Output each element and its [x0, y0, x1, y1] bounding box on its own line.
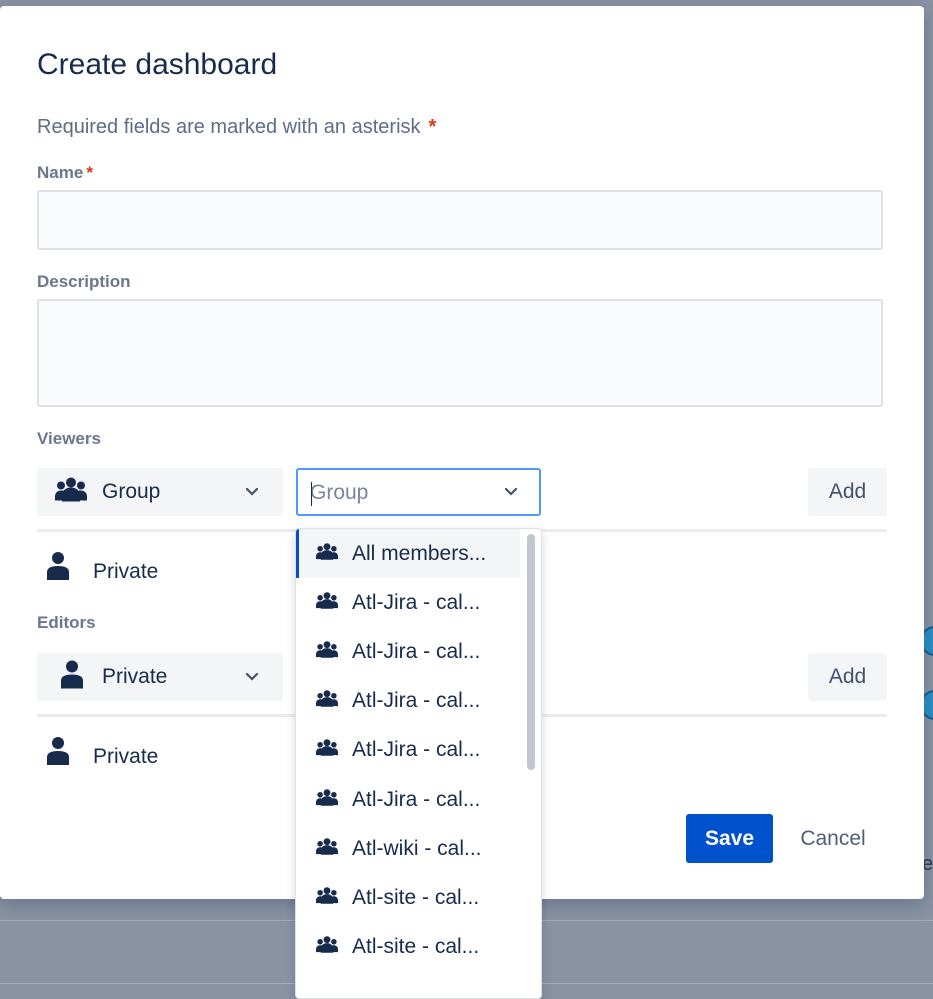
dropdown-option-label: Atl-Jira - cal... — [352, 738, 480, 762]
group-people-icon — [316, 542, 338, 565]
viewers-type-select[interactable]: Group — [37, 468, 283, 516]
add-viewer-button[interactable]: Add — [808, 468, 887, 516]
dropdown-option-label: Atl-site - cal... — [352, 935, 479, 959]
person-icon — [61, 661, 83, 694]
dropdown-option-label: All members... — [352, 542, 486, 566]
group-dropdown-menu: All members... Atl-Jira - cal... Atl-Jira … — [295, 528, 542, 999]
chevron-down-icon[interactable] — [505, 488, 517, 496]
name-label-text: Name — [37, 163, 83, 182]
person-icon — [47, 737, 69, 770]
dropdown-option-label: Atl-Jira - cal... — [352, 689, 480, 713]
group-picker-input[interactable] — [296, 468, 541, 516]
group-people-icon — [316, 690, 338, 713]
description-textarea[interactable] — [37, 299, 883, 407]
group-people-icon — [316, 837, 338, 860]
dropdown-option-label: Atl-site - cal... — [352, 886, 479, 910]
chevron-down-icon — [246, 673, 258, 681]
group-people-icon — [316, 591, 338, 614]
dropdown-option[interactable]: Atl-site - cal... — [296, 873, 520, 922]
required-fields-note: Required fields are marked with an aster… — [37, 116, 436, 139]
group-people-icon — [316, 739, 338, 762]
text-caret — [311, 482, 312, 506]
editors-current-label: Private — [93, 745, 158, 769]
name-input[interactable] — [37, 190, 883, 250]
viewers-current-label: Private — [93, 560, 158, 584]
viewers-type-label: Group — [102, 480, 160, 504]
chevron-down-icon — [246, 488, 258, 496]
group-people-icon — [316, 886, 338, 909]
dropdown-scrollbar[interactable] — [524, 532, 538, 998]
dropdown-option[interactable]: All members... — [296, 529, 520, 578]
editors-label: Editors — [37, 613, 96, 633]
cancel-button[interactable]: Cancel — [784, 814, 882, 863]
dropdown-option-label: Atl-Jira - cal... — [352, 591, 480, 615]
dropdown-option[interactable]: Atl-Jira - cal... — [296, 627, 520, 676]
dropdown-option[interactable]: Atl-site - cal... — [296, 923, 520, 972]
group-people-icon — [316, 640, 338, 663]
dropdown-option-label: Atl-wiki - cal... — [352, 837, 482, 861]
dropdown-option[interactable]: Atl-Jira - cal... — [296, 578, 520, 627]
group-dropdown-list: All members... Atl-Jira - cal... Atl-Jira … — [296, 529, 520, 972]
dropdown-option-label: Atl-Jira - cal... — [352, 640, 480, 664]
dropdown-option[interactable]: Atl-Jira - cal... — [296, 775, 520, 824]
description-label: Description — [37, 272, 131, 292]
scrollbar-thumb[interactable] — [527, 534, 535, 770]
dropdown-option-label: Atl-Jira - cal... — [352, 788, 480, 812]
dropdown-option[interactable]: Atl-Jira - cal... — [296, 726, 520, 775]
person-icon — [47, 552, 69, 585]
modal-title: Create dashboard — [37, 48, 277, 82]
editors-type-select[interactable]: Private — [37, 653, 283, 701]
add-editor-button[interactable]: Add — [808, 653, 887, 701]
group-people-icon — [316, 936, 338, 959]
viewers-label: Viewers — [37, 429, 101, 449]
dropdown-option[interactable]: Atl-wiki - cal... — [296, 824, 520, 873]
save-button[interactable]: Save — [686, 814, 773, 863]
dropdown-option[interactable]: Atl-Jira - cal... — [296, 677, 520, 726]
name-required-asterisk: * — [86, 163, 93, 182]
group-search-input[interactable] — [310, 480, 490, 506]
required-asterisk: * — [429, 116, 437, 138]
required-note-text: Required fields are marked with an aster… — [37, 116, 421, 138]
editors-type-label: Private — [102, 665, 167, 689]
group-people-icon — [55, 477, 87, 508]
group-people-icon — [316, 788, 338, 811]
name-label: Name* — [37, 163, 93, 183]
